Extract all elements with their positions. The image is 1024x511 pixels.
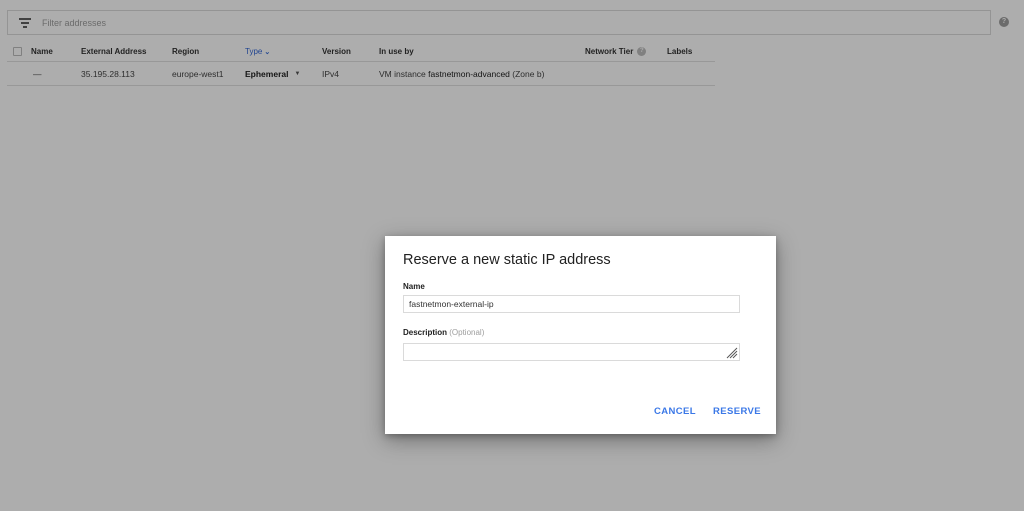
reserve-button[interactable]: RESERVE (713, 406, 761, 417)
name-field[interactable] (403, 295, 740, 313)
description-label-text: Description (403, 328, 448, 337)
dialog-title: Reserve a new static IP address (403, 252, 611, 268)
reserve-ip-dialog: Reserve a new static IP address Name Des… (385, 236, 776, 434)
resize-grip-icon[interactable] (726, 347, 738, 359)
optional-hint: (Optional) (449, 328, 485, 337)
name-label: Name (403, 282, 425, 291)
description-label: Description (Optional) (403, 328, 484, 337)
description-field[interactable] (403, 343, 740, 361)
cancel-button[interactable]: CANCEL (654, 406, 696, 417)
